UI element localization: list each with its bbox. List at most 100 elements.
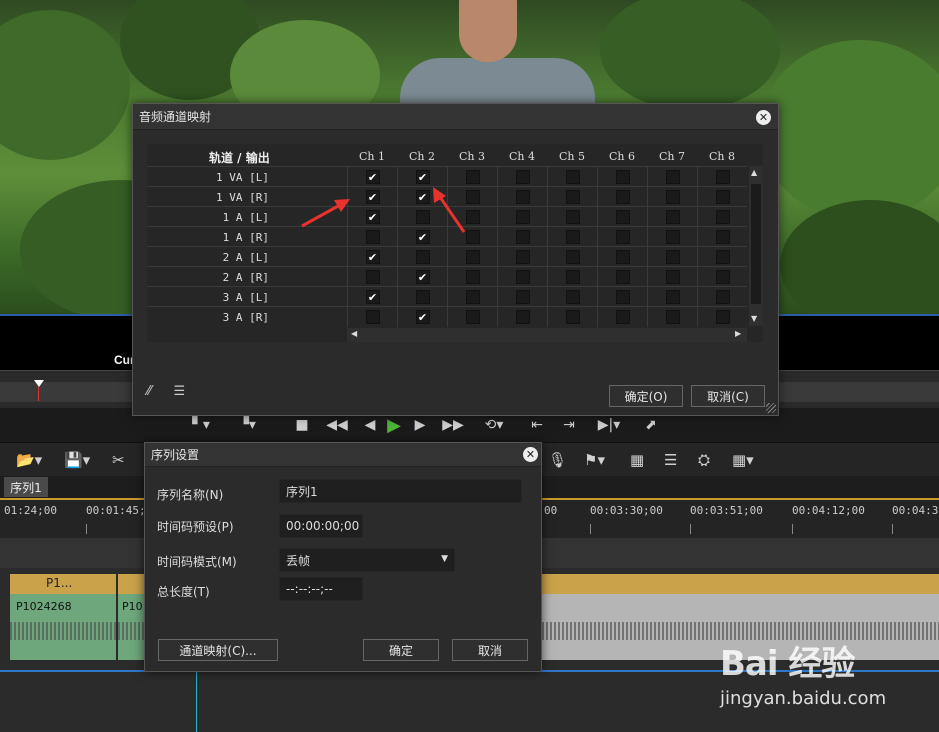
channel-checkbox[interactable]: ✔ — [415, 170, 430, 184]
ok-button[interactable]: 确定 — [363, 639, 439, 661]
channel-checkbox[interactable] — [615, 270, 630, 284]
channel-checkbox[interactable] — [565, 270, 580, 284]
channel-checkbox[interactable]: ✔ — [415, 310, 430, 324]
channel-checkbox[interactable]: ✔ — [365, 170, 380, 184]
channel-checkbox[interactable] — [415, 290, 430, 304]
cut-button[interactable]: ✂ — [112, 449, 125, 471]
channel-checkbox[interactable] — [565, 310, 580, 324]
auto-map-icon[interactable]: ⁄⁄ — [147, 384, 151, 399]
channel-checkbox[interactable] — [665, 290, 680, 304]
channel-checkbox[interactable]: ✔ — [365, 190, 380, 204]
channel-checkbox[interactable] — [515, 170, 530, 184]
channel-checkbox[interactable] — [565, 190, 580, 204]
channel-checkbox[interactable] — [465, 270, 480, 284]
open-button[interactable]: 📂▾ — [16, 449, 42, 471]
keyboard-button[interactable]: ▦ — [630, 449, 644, 471]
channel-checkbox[interactable] — [615, 210, 630, 224]
channel-checkbox[interactable] — [615, 170, 630, 184]
channel-checkbox[interactable] — [715, 190, 730, 204]
channel-checkbox[interactable] — [515, 190, 530, 204]
timecode-mode-select[interactable]: 丢帧 ▼ — [279, 548, 455, 572]
audio-mixer-button[interactable]: ☰ — [664, 449, 677, 471]
channel-checkbox[interactable] — [665, 230, 680, 244]
channel-checkbox[interactable] — [465, 190, 480, 204]
render-button[interactable]: ⛭ — [698, 449, 710, 471]
channel-checkbox[interactable] — [415, 210, 430, 224]
player-playhead[interactable] — [34, 380, 44, 387]
channel-checkbox[interactable] — [465, 250, 480, 264]
channel-checkbox[interactable] — [465, 170, 480, 184]
scroll-right-icon[interactable]: ▶ — [735, 329, 741, 338]
channel-checkbox[interactable] — [665, 170, 680, 184]
channel-checkbox[interactable]: ✔ — [365, 250, 380, 264]
channel-checkbox[interactable] — [615, 230, 630, 244]
scroll-left-icon[interactable]: ◀ — [351, 329, 357, 338]
channel-checkbox[interactable] — [465, 310, 480, 324]
close-icon[interactable]: ✕ — [756, 110, 771, 125]
channel-checkbox[interactable] — [665, 270, 680, 284]
channel-map-button[interactable]: 通道映射(C)... — [158, 639, 278, 661]
list-icon[interactable]: ☰ — [173, 384, 185, 399]
channel-checkbox[interactable]: ✔ — [365, 210, 380, 224]
scroll-up-icon[interactable]: ▲ — [751, 168, 757, 177]
channel-checkbox[interactable] — [665, 210, 680, 224]
dialog-footer-tools: ⁄⁄ ☰ — [147, 384, 185, 399]
video-clip-thumb[interactable] — [118, 574, 146, 594]
channel-checkbox[interactable] — [515, 310, 530, 324]
channel-checkbox[interactable] — [565, 290, 580, 304]
channel-checkbox[interactable] — [465, 290, 480, 304]
total-length-input[interactable]: --:--:--;-- — [279, 577, 363, 601]
cancel-button[interactable]: 取消(C) — [691, 385, 765, 407]
channel-checkbox[interactable] — [565, 210, 580, 224]
channel-checkbox[interactable] — [715, 310, 730, 324]
channel-checkbox[interactable] — [415, 250, 430, 264]
channel-checkbox[interactable] — [365, 310, 380, 324]
video-clip-bar[interactable] — [542, 574, 939, 594]
marker-button[interactable]: ⚑▾ — [584, 449, 605, 471]
timecode-preset-input[interactable]: 00:00:00;00 — [279, 514, 363, 538]
channel-checkbox[interactable] — [465, 230, 480, 244]
channel-checkbox[interactable]: ✔ — [415, 230, 430, 244]
channel-checkbox[interactable] — [715, 250, 730, 264]
channel-checkbox[interactable] — [365, 230, 380, 244]
scroll-thumb[interactable] — [751, 184, 761, 304]
cancel-button[interactable]: 取消 — [452, 639, 528, 661]
channel-checkbox[interactable] — [515, 270, 530, 284]
channel-checkbox[interactable] — [665, 250, 680, 264]
channel-checkbox[interactable] — [515, 290, 530, 304]
channel-checkbox[interactable] — [665, 310, 680, 324]
save-button[interactable]: 💾▾ — [64, 449, 90, 471]
channel-checkbox[interactable] — [715, 290, 730, 304]
channel-checkbox[interactable] — [715, 270, 730, 284]
channel-checkbox[interactable] — [715, 230, 730, 244]
voice-over-button[interactable]: 🎙 — [548, 449, 567, 471]
close-icon[interactable]: ✕ — [523, 447, 538, 462]
channel-checkbox[interactable]: ✔ — [415, 270, 430, 284]
channel-checkbox[interactable] — [465, 210, 480, 224]
channel-checkbox[interactable] — [565, 250, 580, 264]
channel-checkbox[interactable] — [515, 250, 530, 264]
ok-button[interactable]: 确定(O) — [609, 385, 683, 407]
channel-checkbox[interactable] — [615, 290, 630, 304]
channel-checkbox[interactable] — [515, 230, 530, 244]
channel-checkbox[interactable] — [565, 230, 580, 244]
channel-checkbox[interactable]: ✔ — [415, 190, 430, 204]
channel-checkbox[interactable] — [565, 170, 580, 184]
channel-checkbox[interactable] — [365, 270, 380, 284]
horizontal-scrollbar[interactable]: ◀ ▶ — [347, 328, 747, 342]
channel-checkbox[interactable]: ✔ — [365, 290, 380, 304]
channel-checkbox[interactable] — [615, 190, 630, 204]
scroll-down-icon[interactable]: ▼ — [751, 314, 757, 323]
video-clip-thumb[interactable]: P1... — [10, 574, 116, 594]
channel-checkbox[interactable] — [715, 210, 730, 224]
vertical-scrollbar[interactable]: ▲ ▼ — [749, 166, 763, 326]
channel-checkbox[interactable] — [665, 190, 680, 204]
sequence-tab[interactable]: 序列1 — [4, 477, 48, 497]
resize-grip[interactable] — [766, 403, 776, 413]
channel-checkbox[interactable] — [715, 170, 730, 184]
channel-checkbox[interactable] — [615, 310, 630, 324]
more-tools-button[interactable]: ▦▾ — [732, 449, 754, 471]
channel-checkbox[interactable] — [615, 250, 630, 264]
sequence-name-input[interactable]: 序列1 — [279, 479, 522, 503]
channel-checkbox[interactable] — [515, 210, 530, 224]
